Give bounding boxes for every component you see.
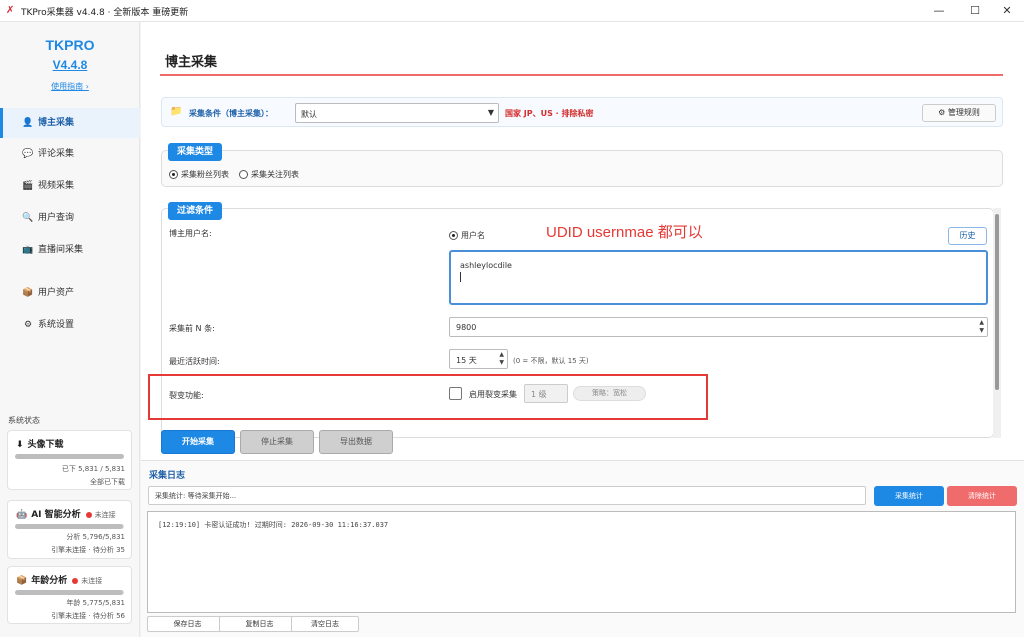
title-bar: ✗ TKPro采集器 v4.4.8 · 全新版本 重磅更新 — ☐ ✕ [0,0,1024,22]
export-data-button[interactable]: 导出数据 [319,430,393,454]
sidebar-item-system-settings[interactable]: ⚙ 系统设置 [0,310,140,340]
history-button[interactable]: 历史 [948,227,987,245]
app-logo-icon: ✗ [6,5,15,16]
username-input[interactable]: ashleylocdile [449,250,988,305]
sidebar: TKPRO V4.4.8 使用指南 › 👤 博主采集 💬 评论采集 🎬 视频采集 🔍 用… [0,22,140,637]
active-time-hint: (0 = 不限，默认 15 天) [513,357,589,365]
folder-icon: 📁 [170,106,183,117]
save-log-button[interactable]: 保存日志 [147,616,228,632]
radio-fans-list[interactable]: 采集粉丝列表 [169,169,229,180]
box-icon: 📦 [16,576,28,586]
status-badge: 未连接 [81,577,103,585]
ai-analysis-card: 🤖 AI 智能分析 未连接 分析 5,796/5,831 引擎未连接 · 待分析 3… [7,500,132,559]
user-icon: 👤 [22,118,34,128]
sidebar-item-video-collect[interactable]: 🎬 视频采集 [0,171,140,201]
system-status-title: 系统状态 [8,416,40,425]
log-line: [12:19:10] 卡密认证成功! 过期时间: 2026-09-30 11:1… [158,521,389,529]
minimize-button[interactable]: — [922,0,956,22]
sidebar-item-live-collect[interactable]: 📺 直播间采集 [0,235,140,265]
sidebar-item-user-query[interactable]: 🔍 用户查询 [0,203,140,233]
avatar-download-card: ⬇ 头像下载 已下 5,831 / 5,831 全部已下载 [7,430,132,490]
comment-icon: 💬 [22,149,34,159]
stepper-arrows-icon[interactable]: ▲ ▼ [499,351,504,367]
download-icon: ⬇ [16,440,24,450]
copy-log-button[interactable]: 复制日志 [219,616,300,632]
box-icon: 📦 [22,288,34,298]
close-button[interactable]: ✕ [990,0,1024,22]
stop-collect-button[interactable]: 停止采集 [240,430,314,454]
text-caret [460,272,461,282]
log-area: 采集日志 采集统计: 等待采集开始... 采集统计 清除统计 [12:19:10… [141,460,1024,637]
highlight-annotation-box [148,374,708,420]
sidebar-item-comment-collect[interactable]: 💬 评论采集 [0,139,140,169]
annotation-text: UDID usernmae 都可以 [546,224,703,241]
brand-logo: TKPRO [45,37,95,53]
topn-stepper[interactable]: 9800 ▲ ▼ [449,317,988,337]
username-label: 博主用户名: [169,229,212,238]
clear-stats-button[interactable]: 清除统计 [947,486,1017,506]
ai-analysis-progress [15,524,124,529]
status-badge: 未连接 [94,511,116,519]
sidebar-item-blogger-collect[interactable]: 👤 博主采集 [0,108,140,138]
radio-username[interactable]: 用户名 [449,230,485,241]
collect-type-group: 采集粉丝列表 采集关注列表 [161,150,1003,187]
collect-condition-row: 📁 采集条件（博主采集）： 默认 ▼ 国家 JP、US · 排除私密 ⚙ 管理规… [161,97,1003,127]
status-dot [72,577,79,584]
main-panel: 博主采集 📁 采集条件（博主采集）： 默认 ▼ 国家 JP、US · 排除私密 … [141,22,1024,637]
age-analysis-card: 📦 年龄分析 未连接 年龄 5,775/5,831 引擎未连接 · 待分析 56 [7,566,132,624]
log-title: 采集日志 [149,471,186,481]
log-output[interactable]: [12:19:10] 卡密认证成功! 过期时间: 2026-09-30 11:1… [147,511,1016,613]
title-divider [160,74,1003,76]
status-dot [85,511,92,518]
sidebar-item-user-assets[interactable]: 📦 用户资产 [0,278,140,308]
gear-icon: ⚙ [23,320,33,330]
start-collect-button[interactable]: 开始采集 [161,430,235,454]
avatar-download-progress [15,454,124,459]
window-title: TKPro采集器 v4.4.8 · 全新版本 重磅更新 [21,8,189,18]
page-title: 博主采集 [165,55,218,70]
chevron-down-icon: ▼ [487,108,494,117]
active-time-label: 最近活跃时间: [169,357,220,366]
video-icon: 🎬 [22,181,34,191]
live-tv-icon: 📺 [22,245,34,255]
version-link[interactable]: V4.4.8 [0,58,140,72]
condition-select[interactable]: 默认 ▼ [295,103,499,123]
collect-type-tag: 采集类型 [168,143,223,161]
topn-label: 采集前 N 条: [169,324,215,333]
stats-button[interactable]: 采集统计 [874,486,944,506]
filter-tag: 过滤条件 [168,202,223,220]
search-icon: 🔍 [22,213,34,223]
manage-rules-button[interactable]: ⚙ 管理规则 [922,104,996,122]
age-analysis-progress [15,590,124,595]
condition-label: 采集条件（博主采集）： [189,109,273,118]
stepper-arrows-icon[interactable]: ▲ ▼ [979,319,984,335]
gear-icon: ⚙ [938,108,948,117]
radio-following-list[interactable]: 采集关注列表 [239,169,299,180]
active-days-stepper[interactable]: 15 天 ▲ ▼ [449,349,508,369]
clear-log-button[interactable]: 清空日志 [291,616,359,632]
guide-link[interactable]: 使用指南 › [0,81,140,92]
filter-scrollbar[interactable] [993,208,1001,438]
maximize-button[interactable]: ☐ [958,0,992,22]
robot-icon: 🤖 [16,510,28,520]
stats-field: 采集统计: 等待采集开始... [148,486,866,505]
condition-summary: 国家 JP、US · 排除私密 [505,109,594,118]
